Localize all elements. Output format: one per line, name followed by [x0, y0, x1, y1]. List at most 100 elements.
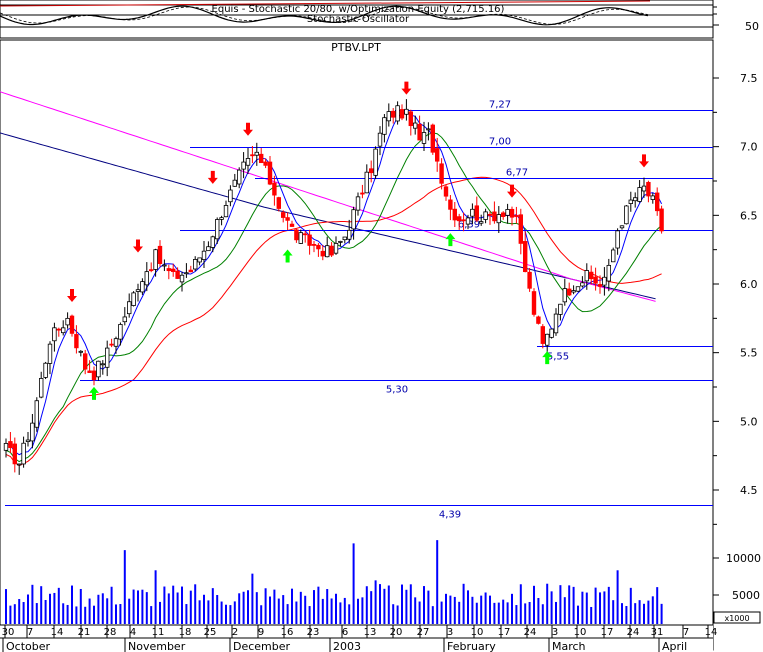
candle-body [461, 219, 466, 222]
month-label: February [447, 640, 496, 652]
candle-body [509, 208, 515, 218]
candle-body [492, 211, 497, 222]
candle-body [56, 328, 61, 331]
candle-body [355, 196, 361, 211]
candle-body [421, 132, 427, 144]
candle-body [540, 326, 545, 344]
candle-body [377, 132, 383, 147]
candle-body [69, 315, 75, 334]
candle-body [201, 250, 207, 260]
price-tick-label: 7.5 [740, 72, 758, 85]
candle-body [188, 269, 193, 273]
candle-body [360, 192, 365, 195]
day-label: 27 [417, 627, 430, 638]
candle-body [545, 333, 550, 346]
sell-arrow-icon [507, 184, 517, 198]
candle-body [267, 161, 273, 185]
candle-body [386, 111, 391, 122]
price-tick-label: 5.5 [740, 347, 758, 360]
candle-body [285, 217, 290, 221]
candle-body [465, 217, 471, 225]
candle-body [131, 292, 136, 306]
oscillator-subcaption: Stochastic Oscillator [307, 14, 410, 25]
day-label: 10 [574, 627, 587, 638]
day-label: 16 [281, 627, 294, 638]
day-label: 4 [130, 627, 136, 638]
day-label: 21 [78, 627, 91, 638]
candle-body [21, 442, 26, 465]
candle-body [606, 264, 611, 282]
candle-body [34, 400, 39, 428]
candle-body [118, 324, 123, 340]
candle-body [320, 250, 325, 257]
candle-body [439, 163, 444, 184]
candle-body [113, 338, 119, 347]
oscillator-ytick: 50 [745, 20, 759, 33]
sell-arrow-icon [207, 170, 218, 184]
candle-body [580, 282, 585, 287]
candle-body [575, 286, 581, 292]
candle-body [39, 378, 44, 398]
candle-body [197, 257, 202, 263]
day-label: 7 [27, 627, 33, 638]
day-label: 17 [498, 627, 511, 638]
candle-body [148, 269, 154, 272]
candle-body [236, 169, 242, 185]
candle-body [3, 443, 9, 451]
candle-body [448, 199, 453, 210]
month-label: December [233, 640, 291, 652]
candle-body [619, 225, 625, 229]
candle-body [338, 240, 343, 243]
candle-body [91, 370, 97, 381]
candle-body [96, 360, 101, 378]
day-label: 11 [152, 627, 165, 638]
day-label: 23 [307, 627, 320, 638]
candle-body [43, 362, 48, 378]
candle-body [474, 205, 479, 221]
candle-body [127, 301, 132, 315]
candle-body [162, 264, 167, 267]
candle-body [500, 212, 506, 217]
candle-body [487, 213, 493, 216]
candle-body [184, 272, 189, 275]
candle-body [650, 195, 655, 200]
candle-body [135, 289, 141, 292]
candle-body [206, 246, 211, 252]
symbol-label: PTBV.LPT [331, 41, 381, 54]
candle-body [307, 234, 312, 246]
day-label: 3 [447, 627, 453, 638]
candle-body [223, 205, 229, 218]
month-label: November [128, 640, 186, 652]
candle-body [399, 109, 405, 119]
candle-body [536, 316, 541, 324]
level-label: 7,00 [489, 137, 511, 148]
price-tick-label: 6.5 [740, 209, 758, 222]
candle-body [289, 223, 295, 227]
candle-body [412, 122, 418, 129]
day-label: 30 [2, 627, 15, 638]
candle-body [483, 211, 488, 220]
candle-body [140, 281, 145, 293]
price-axis: 7.5 7.0 6.5 6.0 5.5 5.0 4.5 [713, 72, 758, 525]
day-label: 20 [390, 627, 403, 638]
candle-body [166, 268, 171, 272]
sell-arrow-icon [133, 239, 143, 253]
candle-body [452, 208, 457, 221]
candle-body [527, 271, 532, 289]
candle-body [395, 105, 400, 122]
month-label: 2003 [333, 640, 361, 652]
candle-body [478, 221, 484, 224]
level-label: 6,77 [506, 168, 528, 179]
candle-body [258, 153, 264, 164]
candle-body [192, 259, 198, 270]
candle-body [175, 270, 180, 279]
candle-body [351, 209, 356, 230]
level-label: 5,30 [386, 385, 408, 396]
candle-body [245, 158, 251, 166]
candle-body [514, 215, 519, 217]
buy-arrow-icon [282, 249, 293, 263]
day-label: 24 [524, 627, 537, 638]
level-label: 7,27 [489, 100, 511, 111]
volume-bars [5, 540, 663, 624]
candle-body [434, 148, 440, 162]
